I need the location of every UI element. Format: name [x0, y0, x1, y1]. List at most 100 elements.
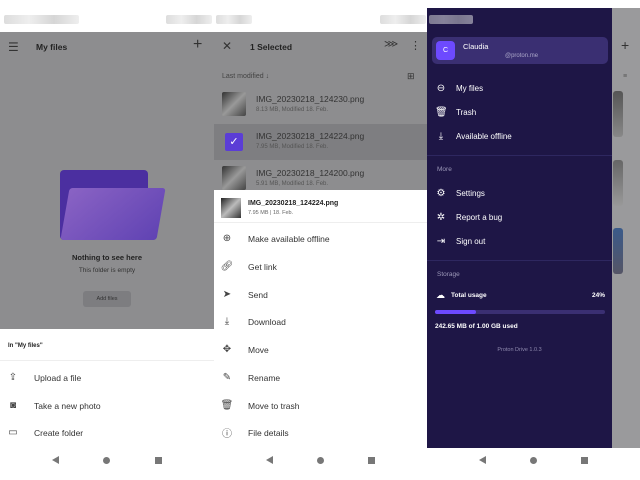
thumbnail	[613, 228, 623, 274]
account-card[interactable]: C Claudia @proton.me	[432, 37, 608, 64]
page-title: My files	[36, 42, 68, 52]
home-icon[interactable]	[103, 456, 111, 464]
drawer-item-available-offline[interactable]: ⤓ Available offline	[435, 126, 512, 146]
item-label: Create folder	[34, 427, 84, 438]
take-photo-item[interactable]: ◙ Take a new photo	[0, 392, 214, 419]
trash-icon: 🗑︎	[435, 106, 448, 118]
divider	[214, 222, 427, 223]
drawer-item-settings[interactable]: ⚙ Settings	[435, 183, 485, 203]
offline-icon: ⊕	[222, 233, 232, 244]
sort-button[interactable]: Last modified ↓	[222, 73, 269, 80]
trash-icon: 🗑︎	[220, 400, 234, 411]
system-nav-bar	[427, 440, 640, 480]
download-icon: ⤓	[438, 130, 444, 142]
action-download[interactable]: ⤓ Download	[214, 308, 427, 335]
collapse-icon[interactable]: ⋙	[384, 39, 398, 50]
sign-out-icon: ⇥	[436, 235, 446, 247]
action-label: File details	[248, 427, 289, 438]
file-name: IMG_20230218_124230.png	[256, 94, 365, 104]
thumbnail	[221, 198, 241, 218]
action-move[interactable]: ✥ Move	[214, 336, 427, 363]
status-bar-blurred	[216, 15, 252, 24]
cloud-icon: ☁	[436, 290, 445, 300]
item-label: Report a bug	[456, 212, 503, 222]
thumbnail	[222, 92, 246, 116]
recents-icon[interactable]	[368, 456, 375, 464]
section-storage: Storage	[437, 271, 460, 278]
create-folder-icon: ▭	[8, 427, 18, 438]
usage-percent: 24%	[591, 292, 605, 299]
user-name: Claudia	[463, 42, 489, 51]
info-icon: ⓘ	[222, 429, 232, 440]
panel-my-files: ☰ My files + Nothing to see here This fo…	[0, 0, 214, 480]
sheet-header: IMG_20230218_124224.png 7.95 MB | 18. Fe…	[214, 190, 427, 220]
link-icon: 🔗︎	[220, 261, 234, 272]
thumbnail	[222, 166, 246, 190]
download-icon: ⤓	[224, 316, 230, 327]
action-rename[interactable]: ✎ Rename	[214, 364, 427, 391]
action-make-offline[interactable]: ⊕ Make available offline	[214, 225, 427, 252]
drive-icon: ⊖	[436, 82, 446, 94]
sort-arrow-icon: ↓	[265, 73, 270, 80]
recents-icon[interactable]	[154, 456, 162, 464]
back-icon[interactable]	[266, 456, 273, 464]
action-label: Move	[248, 344, 269, 355]
item-label: My files	[456, 83, 484, 93]
total-usage-label: Total usage	[451, 292, 487, 299]
action-get-link[interactable]: 🔗︎ Get link	[214, 253, 427, 280]
item-label: Trash	[456, 107, 477, 117]
sort-label: Last modified	[222, 73, 264, 80]
add-icon: +	[621, 37, 630, 53]
recents-icon[interactable]	[581, 456, 588, 464]
item-label: Take a new photo	[34, 400, 101, 411]
checkbox-checked-icon[interactable]: ✓	[225, 133, 243, 151]
grid-view-icon[interactable]: ⊞	[407, 71, 415, 82]
drawer-item-trash[interactable]: 🗑︎ Trash	[435, 102, 476, 122]
item-label: Available offline	[456, 131, 512, 141]
gear-icon: ⚙	[436, 187, 446, 199]
menu-icon[interactable]: ☰	[8, 40, 19, 54]
item-label: Settings	[456, 188, 485, 198]
selection-count: 1 Selected	[250, 42, 293, 52]
drawer-item-sign-out[interactable]: ⇥ Sign out	[435, 231, 486, 251]
file-meta: 5.91 MB, Modified 18. Feb.	[256, 181, 329, 187]
action-label: Get link	[248, 261, 277, 272]
move-icon: ✥	[222, 344, 232, 355]
file-name: IMG_20230218_124224.png	[256, 131, 365, 141]
empty-subtitle: This folder is empty	[78, 267, 136, 274]
divider	[0, 360, 214, 361]
navigation-drawer: C Claudia @proton.me ⊖ My files 🗑︎ Trash ⤓…	[427, 8, 612, 448]
drawer-item-my-files[interactable]: ⊖ My files	[435, 78, 483, 98]
close-icon[interactable]: ✕	[222, 39, 232, 53]
action-label: Rename	[248, 372, 281, 383]
action-label: Move to trash	[248, 400, 300, 411]
bug-icon: ✲	[436, 211, 446, 223]
list-view-icon: ≡	[623, 73, 628, 80]
action-move-to-trash[interactable]: 🗑︎ Move to trash	[214, 392, 427, 419]
file-row-selected[interactable]: ✓ IMG_20230218_124224.png 7.95 MB, Modifie…	[214, 124, 427, 160]
action-send[interactable]: ➤ Send	[214, 281, 427, 308]
action-label: Download	[248, 316, 286, 327]
system-nav-bar	[214, 440, 427, 480]
upload-file-item[interactable]: ⇪ Upload a file	[0, 364, 214, 391]
empty-title: Nothing to see here	[71, 253, 142, 262]
sheet-title: In "My files"	[8, 343, 43, 349]
back-icon[interactable]	[479, 456, 486, 464]
add-files-button[interactable]: Add files	[83, 291, 131, 307]
more-options-icon[interactable]: ⋮	[410, 39, 421, 52]
home-icon[interactable]	[317, 456, 324, 464]
thumbnail	[613, 160, 623, 206]
add-icon[interactable]: +	[193, 36, 202, 54]
file-row[interactable]: IMG_20230218_124230.png 8.13 MB, Modified…	[214, 87, 427, 123]
panel-drawer: + ≡ C Claudia @proton.me ⊖ My files 🗑︎ Tra…	[427, 0, 640, 480]
usage-text: 242.65 MB of 1.00 GB used	[435, 323, 518, 330]
drawer-item-report-bug[interactable]: ✲ Report a bug	[435, 207, 502, 227]
home-icon[interactable]	[530, 456, 537, 464]
app-version: Proton Drive 1.0.3	[497, 347, 542, 353]
user-email: @proton.me	[505, 53, 539, 59]
upload-file-icon: ⇪	[8, 372, 18, 383]
status-bar-blurred	[429, 15, 473, 24]
back-icon[interactable]	[52, 456, 60, 464]
send-icon: ➤	[222, 289, 232, 300]
rename-icon: ✎	[222, 372, 232, 383]
